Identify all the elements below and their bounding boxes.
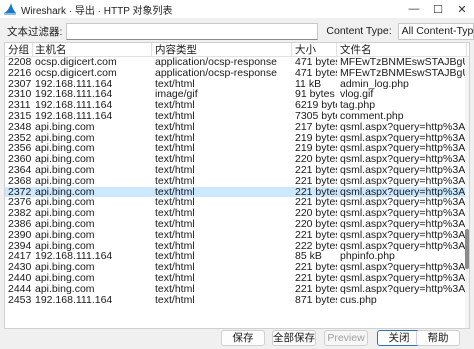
help-button[interactable]: 帮助 <box>416 330 460 346</box>
content-type-cell: text/html <box>155 293 195 306</box>
size-cell: 871 bytes <box>295 293 337 306</box>
window-controls: — ☐ ✕ <box>402 0 474 18</box>
table-body: 2208 ocsp.digicert.com application/ocsp-re… <box>5 56 467 306</box>
table-row[interactable]: 2453 192.168.111.164 text/html 871 bytes cus… <box>5 293 467 306</box>
wireshark-fin-icon <box>4 3 16 15</box>
column-header-hostname[interactable]: 主机名 <box>32 43 152 57</box>
column-header-content-type[interactable]: 内容类型 <box>152 43 292 57</box>
button-bar: 保存 全部保存 Preview 关闭 帮助 <box>0 330 474 349</box>
save-all-button[interactable]: 全部保存 <box>272 330 316 346</box>
text-filter-label: 文本过滤器: <box>7 25 63 38</box>
table-header: 分组 主机名 内容类型 大小 文件名 <box>5 43 469 57</box>
content-type-value: All Content-Types <box>401 25 474 37</box>
filename-cell: cus.php <box>340 293 377 306</box>
save-button[interactable]: 保存 <box>221 330 265 346</box>
hostname-cell: 192.168.111.164 <box>35 293 113 306</box>
close-button[interactable]: 关闭 <box>377 330 421 346</box>
preview-button[interactable]: Preview <box>324 330 368 346</box>
filter-bar: 文本过滤器: Content Type: All Content-Types <box>0 21 474 41</box>
column-header-size[interactable]: 大小 <box>292 43 337 57</box>
close-window-button[interactable]: ✕ <box>450 0 474 18</box>
column-header-filename[interactable]: 文件名 <box>337 43 467 57</box>
minimize-button[interactable]: — <box>402 0 426 18</box>
http-object-table[interactable]: 分组 主机名 内容类型 大小 文件名 2208 ocsp.digicert.com… <box>4 42 470 329</box>
vertical-scrollbar[interactable] <box>465 57 469 328</box>
text-filter-input[interactable] <box>66 22 319 40</box>
packet-number-cell: 2453 <box>8 293 32 306</box>
scrollbar-thumb[interactable] <box>465 229 469 269</box>
content-type-label: Content Type: <box>326 25 392 37</box>
maximize-button[interactable]: ☐ <box>426 0 450 18</box>
content-type-select[interactable]: All Content-Types <box>397 22 474 40</box>
window-title: Wireshark · 导出 · HTTP 对象列表 <box>21 5 173 17</box>
column-header-packet[interactable]: 分组 <box>5 43 33 57</box>
title-bar: Wireshark · 导出 · HTTP 对象列表 — ☐ ✕ <box>0 0 474 18</box>
